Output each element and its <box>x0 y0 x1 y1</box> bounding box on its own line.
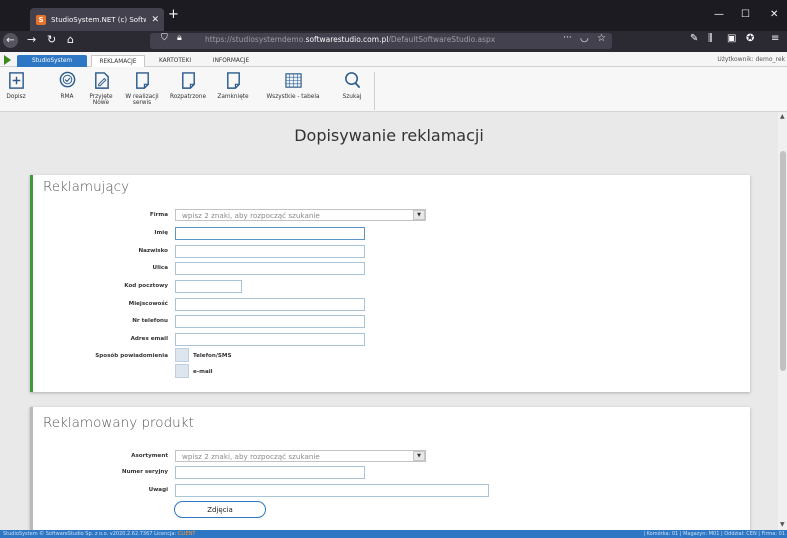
status-left: StudioSystem © SoftwareStudio Sp. z o.o.… <box>3 531 196 537</box>
reklamujacy-title: Reklamujący <box>43 179 130 195</box>
library-icon[interactable]: ⫼ <box>708 33 713 44</box>
url-text[interactable]: https://studiosystemdemo.softwarestudio.… <box>205 35 495 44</box>
w-realizacji-sublabel: serwis <box>132 100 152 107</box>
telefon-sms-label: Telefon/SMS <box>193 353 232 359</box>
nazwisko-label: Nazwisko <box>138 248 168 254</box>
miejscowosc-input[interactable] <box>175 298 365 311</box>
nazwisko-input[interactable] <box>175 245 365 258</box>
user-info: Użytkownik: demo_rek <box>717 56 785 63</box>
license-badge: CLIENT <box>177 531 196 537</box>
ribbon-toolbar <box>0 67 787 112</box>
firma-label: Firma <box>149 212 168 218</box>
adres-email-label: Adres email <box>130 336 168 342</box>
search-icon <box>344 72 360 89</box>
shield-check-icon <box>59 71 75 88</box>
minimize-icon[interactable]: — <box>714 9 724 20</box>
pocket-icon[interactable]: ◡ <box>580 33 589 44</box>
page-title: Dopisywanie reklamacji <box>294 126 484 145</box>
szukaj-button[interactable]: Szukaj <box>339 71 365 100</box>
wszystkie-tabela-label: Wszystkie - tabela <box>266 94 320 100</box>
nr-telefonu-label: Nr telefonu <box>132 318 168 324</box>
document-icon <box>226 72 240 89</box>
chevron-down-icon[interactable]: ▼ <box>413 451 425 461</box>
rma-button[interactable]: RMA <box>55 71 79 100</box>
przyjete-button[interactable]: Przyjęte Nowe <box>87 71 115 107</box>
kod-pocztowy-label: Kod pocztowy <box>124 283 168 289</box>
home-icon[interactable]: ⌂ <box>67 33 74 46</box>
back-arrow-icon[interactable]: ← <box>3 33 18 48</box>
rozpatrzone-button[interactable]: Rozpatrzone <box>166 71 210 100</box>
przyjete-sublabel: Nowe <box>92 100 110 107</box>
tools-icon[interactable]: ✎ <box>690 33 698 44</box>
page-actions-icon[interactable]: ··· <box>563 33 572 43</box>
zamkniete-label: Zamknięte <box>217 94 249 100</box>
lock-icon: 🔒︎ <box>177 33 182 43</box>
reklamowany-produkt-title: Reklamowany produkt <box>43 415 194 431</box>
uwagi-label: Uwagi <box>148 487 168 493</box>
ulica-input[interactable] <box>175 262 365 275</box>
miejscowosc-label: Miejscowość <box>128 301 168 307</box>
wszystkie-tabela-button[interactable]: Wszystkie - tabela <box>262 71 324 100</box>
scroll-up-icon[interactable]: ▲ <box>780 113 785 120</box>
rozpatrzone-label: Rozpatrzone <box>169 94 207 100</box>
table-icon <box>284 73 302 88</box>
numer-seryjny-label: Numer seryjny <box>121 469 168 475</box>
extension-icon[interactable]: ✪ <box>746 33 754 44</box>
dopisz-button[interactable]: Dopisz <box>6 71 26 100</box>
add-document-icon <box>8 72 24 89</box>
zdjecia-button[interactable]: Zdjęcia <box>174 501 266 518</box>
studiosystem-favicon-icon: S <box>36 14 46 25</box>
scrollbar-thumb[interactable] <box>780 151 786 371</box>
edit-document-icon <box>94 72 109 89</box>
telefon-sms-checkbox[interactable] <box>175 348 189 362</box>
email-checkbox[interactable] <box>175 364 189 378</box>
dopisz-label: Dopisz <box>6 94 26 100</box>
close-window-icon[interactable]: ✕ <box>770 9 778 20</box>
asortyment-label: Asortyment <box>131 453 168 459</box>
studiosystem-tab[interactable]: StudioSystem <box>17 55 87 67</box>
ribbon-separator <box>374 72 375 110</box>
new-tab-button[interactable]: + <box>168 7 179 22</box>
browser-tab[interactable]: S StudioSystem.NET (c) Software ✕ <box>30 8 164 31</box>
forward-arrow-icon[interactable]: → <box>27 33 36 46</box>
shield-icon[interactable]: ⛉ <box>161 33 168 43</box>
adres-email-input[interactable] <box>175 333 365 346</box>
bookmark-star-icon[interactable]: ☆ <box>597 33 606 44</box>
document-icon <box>181 72 195 89</box>
asortyment-combobox[interactable]: wpisz 2 znaki, aby rozpocząć szukanie <box>175 450 426 462</box>
sposob-powiadomienia-label: Sposób powiadomienia <box>95 353 168 359</box>
status-bar: StudioSystem © SoftwareStudio Sp. z o.o.… <box>0 530 787 538</box>
ulica-label: Ulica <box>152 265 168 271</box>
kod-pocztowy-input[interactable] <box>175 280 242 293</box>
document-icon <box>135 72 149 89</box>
nr-telefonu-input[interactable] <box>175 315 365 328</box>
tab-reklamacje[interactable]: REKLAMACJE <box>91 55 145 67</box>
szukaj-label: Szukaj <box>342 94 362 100</box>
email-label: e-mail <box>193 369 213 375</box>
close-tab-icon[interactable]: ✕ <box>151 15 164 25</box>
reload-icon[interactable]: ↻ <box>47 33 56 46</box>
chevron-down-icon[interactable]: ▼ <box>413 210 425 220</box>
tab-informacje[interactable]: INFORMACJE <box>204 55 258 67</box>
imie-input[interactable] <box>175 227 365 240</box>
maximize-icon[interactable]: ☐ <box>741 9 750 20</box>
browser-tab-title: StudioSystem.NET (c) Software <box>51 15 147 24</box>
sidebar-icon[interactable]: ▣ <box>727 33 736 44</box>
scroll-down-icon[interactable]: ▼ <box>780 521 785 528</box>
play-icon[interactable] <box>4 55 11 65</box>
firma-combobox[interactable]: wpisz 2 znaki, aby rozpocząć szukanie <box>175 209 426 221</box>
uwagi-input[interactable] <box>175 484 489 497</box>
rma-label: RMA <box>60 94 74 100</box>
numer-seryjny-input[interactable] <box>175 466 365 479</box>
w-realizacji-button[interactable]: W realizacji serwis <box>121 71 163 107</box>
hamburger-menu-icon[interactable]: ≡ <box>771 33 779 44</box>
imie-label: Imię <box>154 230 168 236</box>
tab-kartoteki[interactable]: KARTOTEKI <box>150 55 200 67</box>
status-right: | Komórka: 01 | Magazyn: M01 | Oddział: … <box>643 531 785 537</box>
zamkniete-button[interactable]: Zamknięte <box>213 71 253 100</box>
